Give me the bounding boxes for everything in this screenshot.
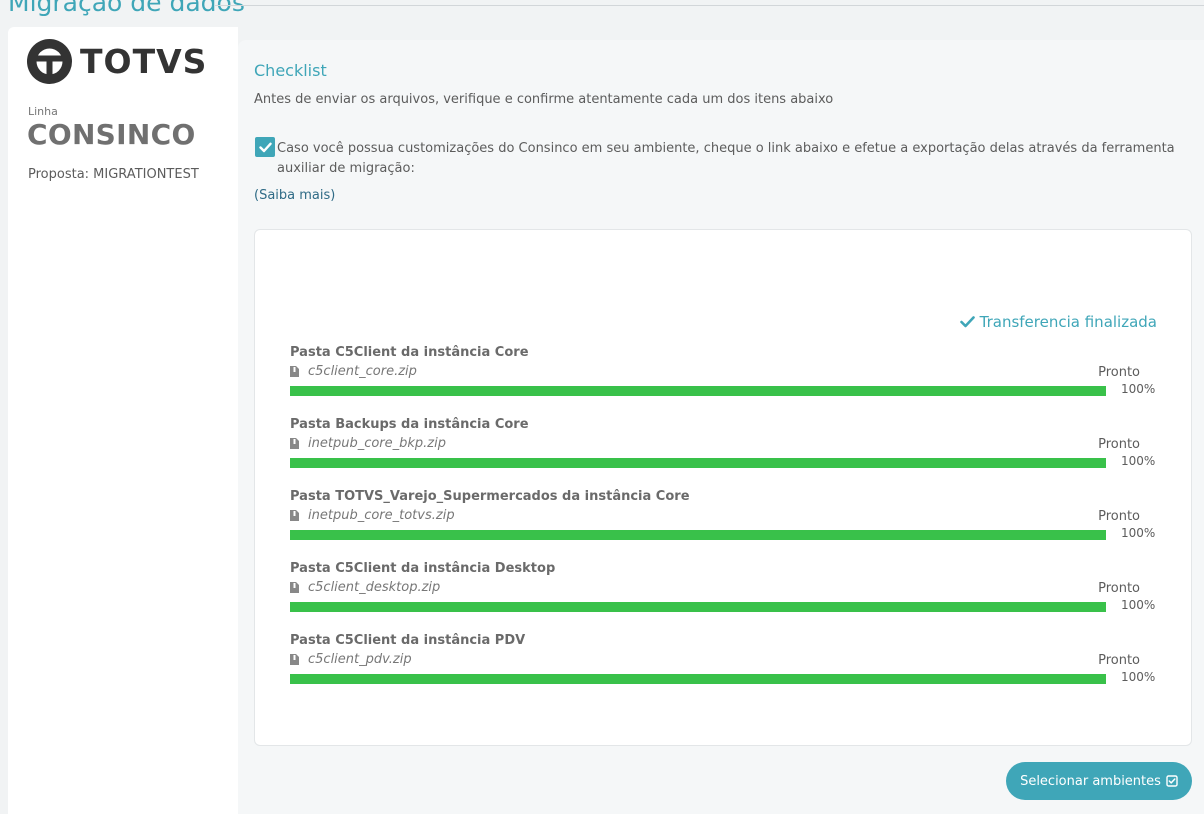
transfer-file: c5client_desktop.zip — [290, 580, 440, 595]
zip-file-icon — [290, 438, 299, 449]
status-label: Pronto — [1098, 509, 1140, 524]
status-label: Pronto — [1098, 437, 1140, 452]
transfer-item-title: Pasta C5Client da instância Desktop — [290, 561, 556, 576]
transfer-item: Pasta C5Client da instância Core c5clien… — [290, 345, 1170, 417]
totvs-logo-icon — [27, 39, 72, 84]
zip-file-icon — [290, 582, 299, 593]
transfer-file: c5client_core.zip — [290, 364, 417, 379]
main-panel: Checklist Antes de enviar os arquivos, v… — [238, 40, 1204, 814]
checklist-title: Checklist — [254, 61, 327, 80]
transfer-status: Transferencia finalizada — [959, 313, 1157, 331]
select-environments-label: Selecionar ambientes — [1020, 773, 1161, 789]
header-divider — [215, 5, 1204, 6]
line-label: Linha — [28, 105, 58, 118]
learn-more-link[interactable]: (Saiba mais) — [254, 188, 335, 203]
transfer-item-title: Pasta C5Client da instância PDV — [290, 633, 526, 648]
transfer-item: Pasta TOTVS_Varejo_Supermercados da inst… — [290, 489, 1170, 561]
progress-bar — [290, 386, 1106, 396]
zip-file-icon — [290, 654, 299, 665]
progress-percent: 100% — [1121, 670, 1156, 684]
progress-bar — [290, 530, 1106, 540]
file-name: c5client_core.zip — [308, 364, 417, 379]
file-name: c5client_pdv.zip — [308, 652, 412, 667]
progress-fill — [290, 386, 1106, 396]
status-label: Pronto — [1098, 653, 1140, 668]
file-name: inetpub_core_totvs.zip — [308, 508, 455, 523]
brand-name: TOTVS — [80, 42, 208, 81]
transfer-item-title: Pasta C5Client da instância Core — [290, 345, 529, 360]
progress-bar — [290, 602, 1106, 612]
checklist-description: Antes de enviar os arquivos, verifique e… — [254, 92, 834, 107]
line-name: CONSINCO — [27, 118, 196, 151]
transfer-item: Pasta Backups da instância Core inetpub_… — [290, 417, 1170, 489]
progress-fill — [290, 458, 1106, 468]
file-name: inetpub_core_bkp.zip — [308, 436, 446, 451]
progress-bar — [290, 674, 1106, 684]
select-environments-button[interactable]: Selecionar ambientes — [1006, 762, 1192, 800]
transfer-status-text: Transferencia finalizada — [979, 313, 1157, 331]
sidebar: TOTVS Linha CONSINCO Proposta: MIGRATION… — [8, 27, 238, 814]
status-label: Pronto — [1098, 581, 1140, 596]
check-icon — [959, 316, 975, 328]
progress-bar — [290, 458, 1106, 468]
progress-percent: 100% — [1121, 382, 1156, 396]
customization-text: Caso você possua customizações do Consin… — [277, 141, 1175, 176]
transfer-item-title: Pasta TOTVS_Varejo_Supermercados da inst… — [290, 489, 690, 504]
transfer-file: inetpub_core_bkp.zip — [290, 436, 446, 451]
progress-percent: 100% — [1121, 526, 1156, 540]
check-square-icon — [1166, 775, 1178, 787]
zip-file-icon — [290, 366, 299, 377]
status-label: Pronto — [1098, 365, 1140, 380]
check-icon — [258, 142, 272, 152]
customization-checkbox[interactable] — [255, 137, 275, 157]
file-name: c5client_desktop.zip — [308, 580, 441, 595]
page-title: Migração de dados — [8, 0, 245, 17]
totvs-logo: TOTVS — [27, 39, 207, 84]
progress-percent: 100% — [1121, 454, 1156, 468]
transfer-item: Pasta C5Client da instância Desktop c5cl… — [290, 561, 1170, 633]
progress-fill — [290, 674, 1106, 684]
proposal-label: Proposta: MIGRATIONTEST — [28, 167, 199, 182]
transfer-file: c5client_pdv.zip — [290, 652, 412, 667]
transfer-item: Pasta C5Client da instância PDV c5client… — [290, 633, 1170, 705]
transfer-card: Transferencia finalizada Pasta C5Client … — [254, 229, 1192, 746]
progress-percent: 100% — [1121, 598, 1156, 612]
zip-file-icon — [290, 510, 299, 521]
progress-fill — [290, 602, 1106, 612]
progress-fill — [290, 530, 1106, 540]
transfer-item-title: Pasta Backups da instância Core — [290, 417, 529, 432]
transfer-file: inetpub_core_totvs.zip — [290, 508, 455, 523]
